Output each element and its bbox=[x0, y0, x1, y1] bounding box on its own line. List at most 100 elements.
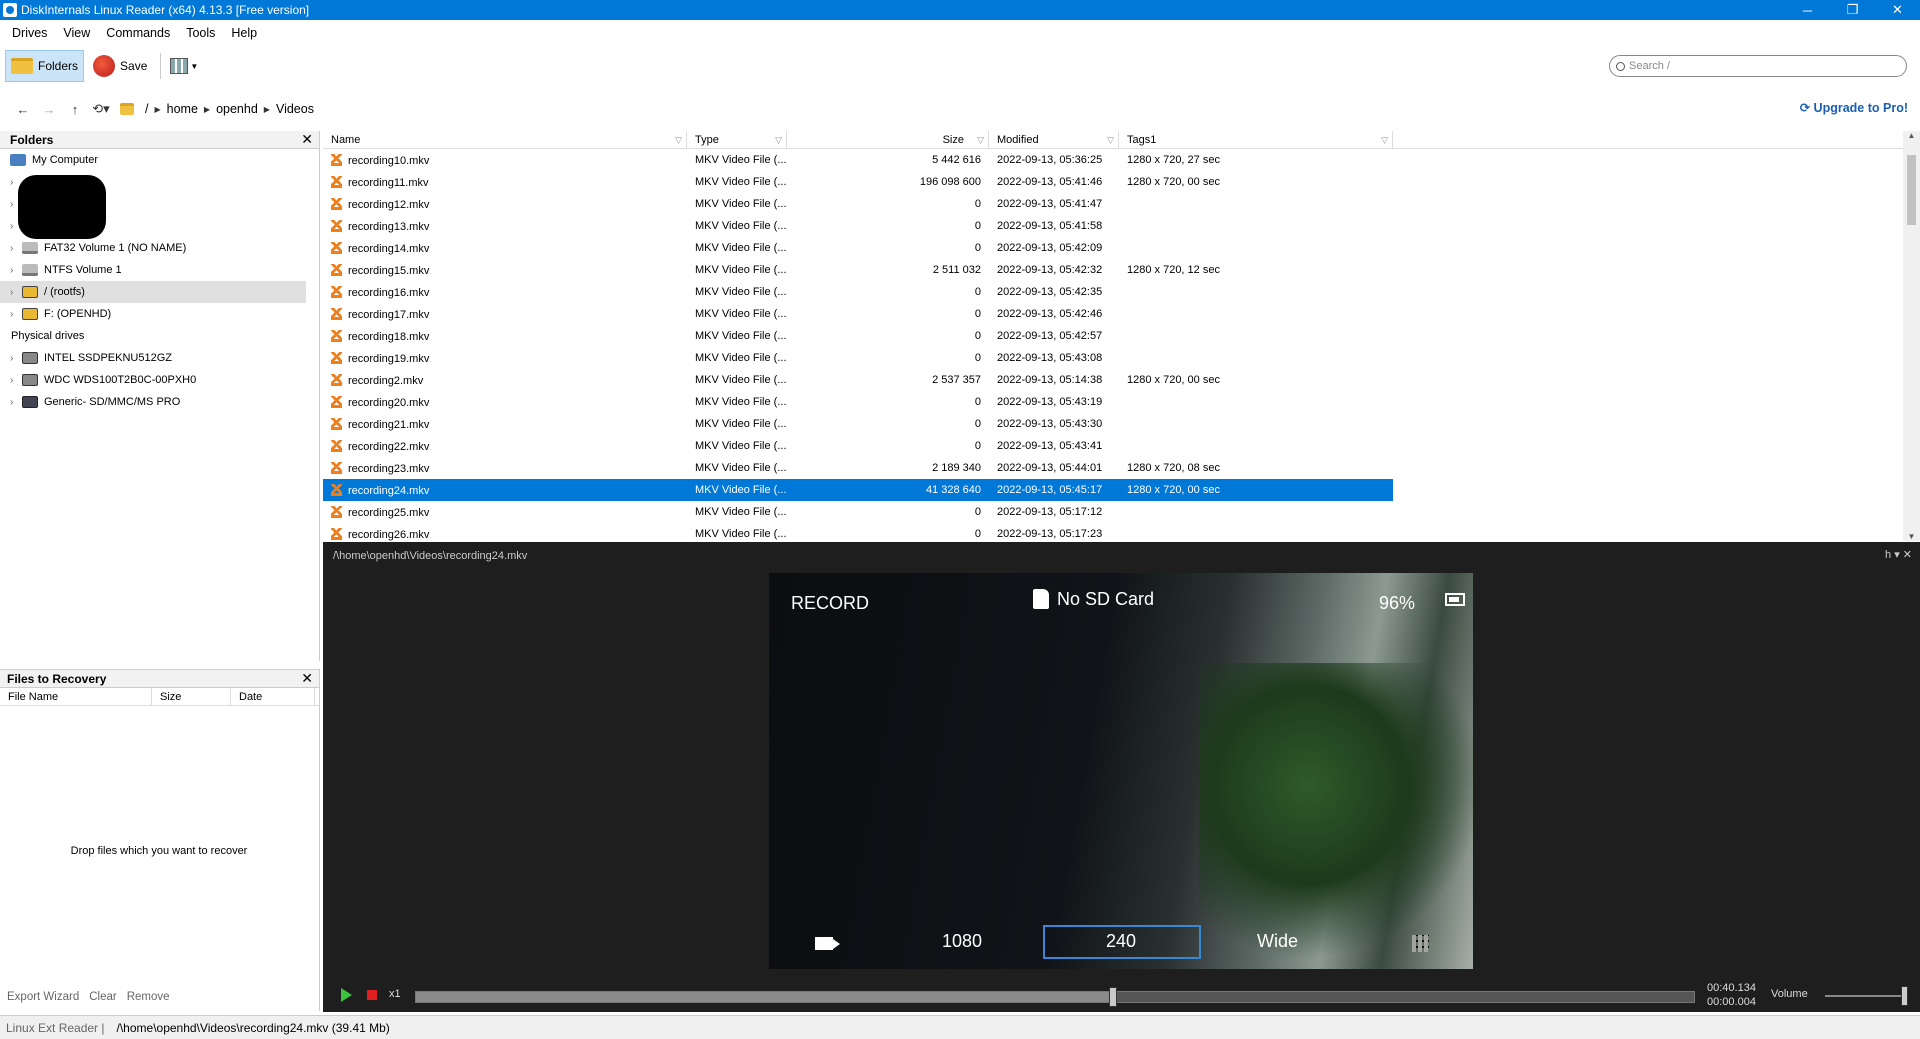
play-icon[interactable] bbox=[341, 988, 352, 1002]
status-bar: Linux Ext Reader | /\home\openhd\Videos\… bbox=[0, 1015, 1920, 1039]
table-row[interactable]: recording24.mkv MKV Video File (... 41 328… bbox=[323, 479, 1393, 501]
folders-button[interactable]: Folders bbox=[5, 50, 85, 82]
video-frame[interactable]: RECORD No SD Card 96% 1080 240 Wide bbox=[769, 573, 1473, 969]
column-size[interactable]: Size bbox=[152, 687, 231, 706]
breadcrumb-videos[interactable]: Videos bbox=[276, 102, 314, 116]
table-row[interactable]: recording21.mkv MKV Video File (... 0 2022-… bbox=[323, 413, 1393, 435]
tree-item-my-computer[interactable]: My Computer bbox=[0, 149, 319, 171]
history-icon[interactable]: ⟲▾ bbox=[88, 101, 114, 117]
menu-tools[interactable]: Tools bbox=[178, 26, 223, 40]
chevron-right-icon: › bbox=[10, 264, 14, 276]
tree-item-ntfs[interactable]: › NTFS Volume 1 bbox=[0, 259, 319, 281]
table-row[interactable]: recording10.mkv MKV Video File (... 5 442 … bbox=[323, 149, 1393, 171]
menu-commands[interactable]: Commands bbox=[98, 26, 178, 40]
tree-item-intel-ssd[interactable]: › INTEL SSDPEKNU512GZ bbox=[0, 347, 319, 369]
table-row[interactable]: recording26.mkv MKV Video File (... 0 2022-… bbox=[323, 523, 1393, 541]
tree-item-openhd[interactable]: › F: (OPENHD) bbox=[0, 303, 319, 325]
table-row[interactable]: recording14.mkv MKV Video File (... 0 2022-… bbox=[323, 237, 1393, 259]
breadcrumb-root[interactable]: / bbox=[145, 102, 148, 116]
up-icon[interactable]: ↑ bbox=[62, 102, 88, 117]
tree-item-wdc[interactable]: › WDC WDS100T2B0C-00PXH0 bbox=[0, 369, 319, 391]
breadcrumb-openhd[interactable]: openhd bbox=[216, 102, 258, 116]
remove-button[interactable]: Remove bbox=[127, 991, 170, 1003]
volume-icon bbox=[22, 264, 38, 276]
cell-type: MKV Video File (... bbox=[695, 352, 787, 364]
window-controls: ─ ❐ ✕ bbox=[1785, 0, 1920, 20]
minimize-button[interactable]: ─ bbox=[1785, 0, 1830, 20]
close-icon[interactable]: ✕ bbox=[301, 670, 313, 687]
table-row[interactable]: recording12.mkv MKV Video File (... 0 2022-… bbox=[323, 193, 1393, 215]
column-date[interactable]: Date bbox=[231, 687, 315, 706]
menu-view[interactable]: View bbox=[55, 26, 98, 40]
maximize-button[interactable]: ❐ bbox=[1830, 0, 1875, 20]
title-bar: DiskInternals Linux Reader (x64) 4.13.3 … bbox=[0, 0, 1920, 20]
cell-name: recording20.mkv bbox=[323, 395, 687, 409]
column-size[interactable]: Size ▽ bbox=[787, 131, 989, 149]
tree-item-fat32[interactable]: › FAT32 Volume 1 (NO NAME) bbox=[0, 237, 319, 259]
save-button[interactable]: Save bbox=[88, 50, 152, 82]
breadcrumb-home[interactable]: home bbox=[167, 102, 198, 116]
scroll-up-icon[interactable]: ▲ bbox=[1903, 131, 1920, 140]
scrollbar-thumb[interactable] bbox=[1907, 155, 1916, 225]
volume-handle[interactable] bbox=[1901, 986, 1908, 1006]
seek-bar[interactable] bbox=[415, 987, 1695, 1007]
stop-icon[interactable] bbox=[367, 990, 377, 1000]
table-row[interactable]: recording23.mkv MKV Video File (... 2 189 … bbox=[323, 457, 1393, 479]
vlc-file-icon bbox=[331, 395, 342, 408]
menu-help[interactable]: Help bbox=[223, 26, 265, 40]
preview-controls[interactable]: h ▾ ✕ bbox=[1885, 548, 1912, 561]
table-row[interactable]: recording15.mkv MKV Video File (... 2 511 … bbox=[323, 259, 1393, 281]
cell-type: MKV Video File (... bbox=[695, 264, 787, 276]
close-icon[interactable]: ✕ bbox=[301, 131, 313, 148]
filter-icon[interactable]: ▽ bbox=[1381, 131, 1388, 149]
filter-icon[interactable]: ▽ bbox=[977, 131, 984, 149]
table-row[interactable]: recording25.mkv MKV Video File (... 0 2022-… bbox=[323, 501, 1393, 523]
sd-card-icon bbox=[22, 396, 38, 408]
table-row[interactable]: recording19.mkv MKV Video File (... 0 2022-… bbox=[323, 347, 1393, 369]
cell-name: recording11.mkv bbox=[323, 175, 687, 189]
filter-icon[interactable]: ▽ bbox=[1107, 131, 1114, 149]
tree-item-label: F: (OPENHD) bbox=[44, 308, 112, 320]
file-name: recording15.mkv bbox=[348, 264, 430, 277]
table-row[interactable]: recording11.mkv MKV Video File (... 196 09… bbox=[323, 171, 1393, 193]
table-row[interactable]: recording13.mkv MKV Video File (... 0 2022-… bbox=[323, 215, 1393, 237]
search-input[interactable]: Search / bbox=[1609, 55, 1907, 77]
table-row[interactable]: recording16.mkv MKV Video File (... 0 2022-… bbox=[323, 281, 1393, 303]
back-icon[interactable]: ← bbox=[10, 102, 36, 117]
table-row[interactable]: recording20.mkv MKV Video File (... 0 2022-… bbox=[323, 391, 1393, 413]
scroll-down-icon[interactable]: ▼ bbox=[1903, 532, 1920, 541]
tree-item-rootfs[interactable]: › / (rootfs) bbox=[0, 281, 306, 303]
tree-item-sd-reader[interactable]: › Generic- SD/MMC/MS PRO bbox=[0, 391, 319, 413]
filter-icon[interactable]: ▽ bbox=[775, 131, 782, 149]
osd-battery: 96% bbox=[1379, 593, 1416, 613]
tree-item-label: Generic- SD/MMC/MS PRO bbox=[44, 396, 181, 408]
cell-name: recording13.mkv bbox=[323, 219, 687, 233]
upgrade-link[interactable]: ⟳ Upgrade to Pro! bbox=[1800, 100, 1908, 115]
close-button[interactable]: ✕ bbox=[1875, 0, 1920, 20]
table-row[interactable]: recording17.mkv MKV Video File (... 0 2022-… bbox=[323, 303, 1393, 325]
filter-icon[interactable]: ▽ bbox=[675, 131, 682, 149]
seek-handle[interactable] bbox=[1108, 987, 1117, 1007]
linux-volume-icon bbox=[22, 286, 38, 298]
vlc-file-icon bbox=[331, 329, 342, 342]
forward-icon[interactable]: → bbox=[36, 102, 62, 117]
table-row[interactable]: recording18.mkv MKV Video File (... 0 2022-… bbox=[323, 325, 1393, 347]
volume-slider[interactable] bbox=[1825, 986, 1908, 1006]
column-type[interactable]: Type ▽ bbox=[687, 131, 787, 149]
column-label: Tags1 bbox=[1127, 133, 1157, 146]
computer-icon bbox=[10, 154, 26, 166]
table-row[interactable]: recording2.mkv MKV Video File (... 2 537 3… bbox=[323, 369, 1393, 391]
clear-button[interactable]: Clear bbox=[89, 991, 116, 1003]
menu-drives[interactable]: Drives bbox=[4, 26, 55, 40]
column-name[interactable]: Name ▽ bbox=[323, 131, 687, 149]
file-name: recording20.mkv bbox=[348, 396, 430, 409]
column-modified[interactable]: Modified ▽ bbox=[989, 131, 1119, 149]
table-row[interactable]: recording22.mkv MKV Video File (... 0 2022-… bbox=[323, 435, 1393, 457]
view-mode-button[interactable]: ▼ bbox=[165, 50, 203, 82]
export-wizard-button[interactable]: Export Wizard bbox=[7, 991, 79, 1003]
vertical-scrollbar[interactable]: ▲ ▼ bbox=[1903, 131, 1920, 541]
playback-speed[interactable]: x1 bbox=[389, 988, 401, 1000]
column-tags[interactable]: Tags1 ▽ bbox=[1119, 131, 1393, 149]
column-file-name[interactable]: File Name bbox=[0, 687, 152, 706]
chevron-right-icon: ▶ bbox=[263, 104, 270, 114]
